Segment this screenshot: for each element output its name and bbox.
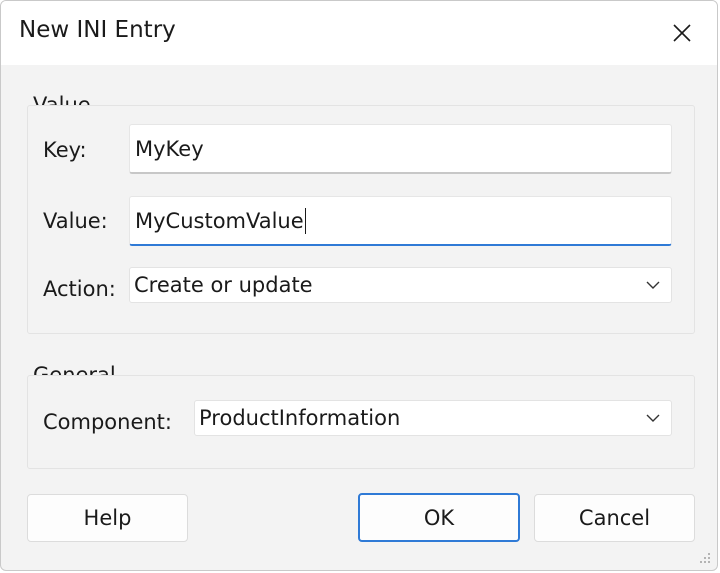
- new-ini-entry-dialog: New INI Entry Value Key: MyKey Value: My…: [0, 0, 718, 571]
- close-button[interactable]: [659, 13, 705, 53]
- component-selected-value: ProductInformation: [199, 406, 401, 430]
- help-button-label: Help: [83, 506, 132, 530]
- key-input-text: MyKey: [135, 136, 204, 161]
- chevron-down-icon: [646, 281, 660, 289]
- action-selected-value: Create or update: [134, 273, 313, 297]
- cancel-button-label: Cancel: [578, 506, 651, 530]
- component-label: Component:: [43, 410, 172, 434]
- value-input-text: MyCustomValue: [135, 208, 304, 233]
- ok-button[interactable]: OK: [358, 493, 520, 542]
- ok-button-label: OK: [423, 505, 455, 530]
- component-combobox[interactable]: ProductInformation: [194, 400, 672, 436]
- chevron-down-icon: [646, 414, 660, 422]
- title-bar[interactable]: New INI Entry: [1, 1, 717, 65]
- action-dropdown-toggle[interactable]: [635, 268, 671, 302]
- component-dropdown-toggle[interactable]: [635, 401, 671, 435]
- value-input[interactable]: MyCustomValue: [129, 196, 672, 246]
- value-label: Value:: [43, 209, 108, 233]
- cancel-button[interactable]: Cancel: [534, 494, 695, 542]
- action-combobox[interactable]: Create or update: [129, 267, 672, 303]
- text-caret: [304, 207, 306, 234]
- resize-grip-icon[interactable]: [697, 550, 711, 564]
- window-title: New INI Entry: [19, 17, 176, 43]
- close-icon: [673, 24, 691, 42]
- key-label: Key:: [43, 138, 87, 162]
- help-button[interactable]: Help: [27, 494, 188, 542]
- key-input[interactable]: MyKey: [129, 124, 672, 174]
- action-label: Action:: [43, 277, 116, 301]
